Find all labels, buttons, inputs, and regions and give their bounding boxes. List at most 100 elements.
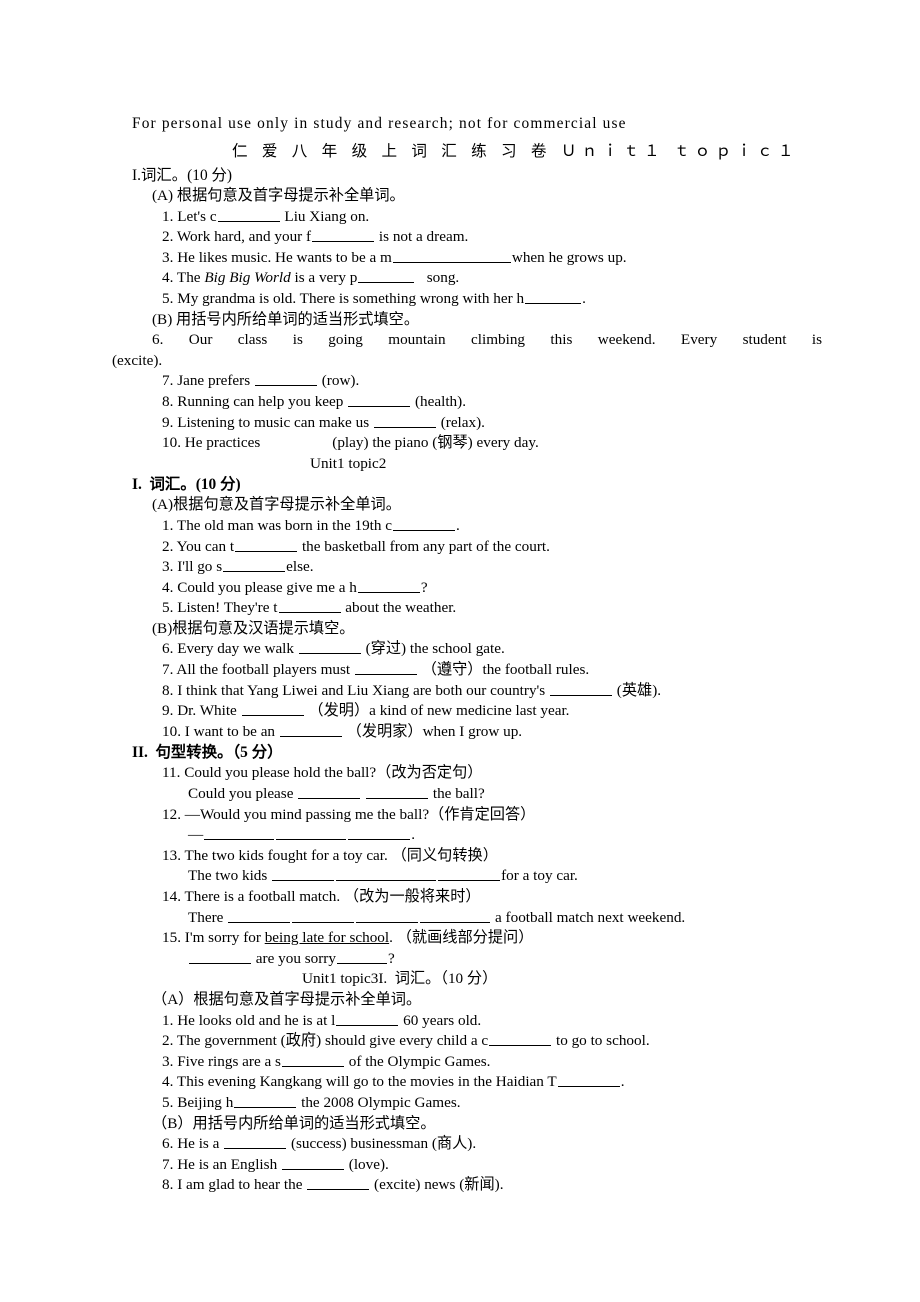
item-text-pre: This evening Kangkang will go to the mov… [176,1073,557,1091]
answer-blank[interactable] [298,784,361,800]
topic2-item-8: 8. I think that Yang Liwei and Liu Xiang… [132,681,822,702]
item-text-mid: is a very p [290,269,358,287]
topic2-item-3: 3. I'll go s else. [132,557,822,578]
topic1-item-7: 7. Jane prefers (row). [132,371,822,392]
item-prompt: There is a football match. （改为一般将来时） [184,888,481,905]
answer-blank[interactable] [357,578,420,593]
topic3-item-6: 6. He is a (success) businessman (商人). [132,1134,822,1155]
answer-blank[interactable] [235,537,298,552]
answer-blank[interactable] [307,1175,370,1191]
item-number: 3. [162,1052,174,1070]
topic3-item-8: 8. I am glad to hear the (excite) news (… [132,1175,822,1196]
item-text-post: ? [420,578,428,596]
topic3-part-a-label: （A）根据句意及首字母提示补全单词。 [152,990,422,1008]
item-text-pre: He looks old and he is at l [177,1011,336,1029]
topic1-item-10: 10. He practices (play) the piano (钢琴) ev… [132,433,822,454]
topic1-item-2: 2. Work hard, and your f is not a dream. [132,227,822,248]
answer-blank[interactable] [279,722,342,737]
item-number: 7. [162,372,174,390]
item-number: 9. [162,413,174,431]
answer-blank[interactable] [420,908,491,923]
item-text-post: (英雄). [613,681,662,699]
item-number: 1. [162,1011,174,1029]
answer-blank[interactable] [217,207,280,222]
item-text-pre: The [176,269,205,287]
topic1-item-9: 9. Listening to music can make us (relax… [132,413,822,434]
answer-blank[interactable] [348,392,411,407]
document-content: For personal use only in study and resea… [112,113,822,1196]
answer-blank[interactable] [393,516,456,531]
answer-blank[interactable] [189,949,251,964]
topic1-item-1: 1. Let's c Liu Xiang on. [132,207,822,228]
topic1-part-a-label: (A) 根据句意及首字母提示补全单词。 [152,187,405,204]
item-prompt: Could you please hold the ball?（改为否定句） [184,764,483,782]
answer-blank[interactable] [272,866,335,882]
topic3-item-7: 7. He is an English (love). [132,1155,822,1176]
answer-blank[interactable] [281,1052,344,1067]
item-number: 8. [162,1176,174,1194]
item-number: 8. [162,681,174,699]
item-text-pre: He is a [177,1135,224,1153]
item-text-pre: Listen! They're t [177,599,278,617]
item-text-pre: Five rings are a s [177,1052,281,1070]
answer-blank[interactable] [366,784,429,800]
page-title: 仁 爱 八 年 级 上 词 汇 练 习 卷 Ｕｎｉｔ１ ｔｏｐｉｃ１ [232,143,799,160]
answer-blank[interactable] [228,908,291,923]
topic2-item-13-answer: The two kids for a toy car. [132,866,822,887]
copyright-note: For personal use only in study and resea… [132,115,627,132]
answer-blank[interactable] [224,1134,287,1150]
answer-blank[interactable] [241,701,304,717]
item-text-post: （发明家）when I grow up. [342,722,523,740]
item-number: 11. [162,764,181,782]
item-text-pre: I think that Yang Liwei and Liu Xiang ar… [177,681,549,699]
topic1-item-6: 6. Our class is going mountain climbing … [112,330,822,371]
answer-blank[interactable] [312,227,375,243]
answer-blank[interactable] [254,371,317,387]
answer-blank[interactable] [336,949,387,964]
topic3-divider: Unit1 topic3I. 词汇。（10 分） [302,970,498,988]
topic1-part-b-label: (B) 用括号内所给单词的适当形式填空。 [152,310,420,328]
answer-blank[interactable] [204,825,275,841]
answer-blank[interactable] [354,660,417,676]
item-text-post: about the weather. [341,599,457,617]
topic2-item-7: 7. All the football players must （遵守）the… [132,660,822,681]
topic1-item-8: 8. Running can help you keep (health). [132,392,822,413]
answer-blank[interactable] [336,1011,399,1026]
item-text-post: of the Olympic Games. [344,1052,491,1070]
topic3-item-4: 4. This evening Kangkang will go to the … [132,1072,822,1093]
answer-blank[interactable] [392,248,511,263]
answer-blank[interactable] [278,598,341,614]
item-prompt: The two kids fought for a toy car. （同义句转… [184,846,498,864]
answer-blank[interactable] [276,825,347,841]
topic2-item-2: 2. You can t the basketball from any par… [132,537,822,558]
answer-blank[interactable] [557,1072,620,1088]
answer-blank[interactable] [348,825,411,841]
answer-blank[interactable] [438,866,501,882]
answer-blank[interactable] [281,1155,344,1170]
answer-blank[interactable] [525,289,582,304]
answer-text-mid: are you sorry [252,949,336,967]
answer-blank[interactable] [223,557,286,573]
answer-blank[interactable] [292,908,355,923]
topic2-item-12-answer: —. [132,825,822,846]
item-number: 10. [162,434,181,452]
answer-blank[interactable] [358,268,415,284]
answer-blank[interactable] [336,866,437,882]
item-text-post: (relax). [436,413,485,431]
topic2-section-heading: I. 词汇。(10 分) [132,476,241,494]
topic3-part-b-label: （B）用括号内所给单词的适当形式填空。 [152,1114,436,1132]
answer-text-pre: The two kids [188,867,272,885]
answer-blank[interactable] [298,640,361,655]
answer-text-post: a football match next weekend. [491,908,686,926]
answer-blank[interactable] [489,1031,552,1047]
document-page: For personal use only in study and resea… [0,0,920,1302]
answer-blank[interactable] [373,413,436,428]
answer-blank[interactable] [356,908,419,923]
item-number: 7. [162,661,174,679]
answer-blank[interactable] [550,681,612,696]
item-text-pre: Dr. White [177,702,241,720]
answer-text-post: for a toy car. [501,867,578,885]
item-text-post: song. [415,269,460,287]
item-text-pre: You can t [176,537,235,555]
answer-blank[interactable] [234,1093,297,1108]
